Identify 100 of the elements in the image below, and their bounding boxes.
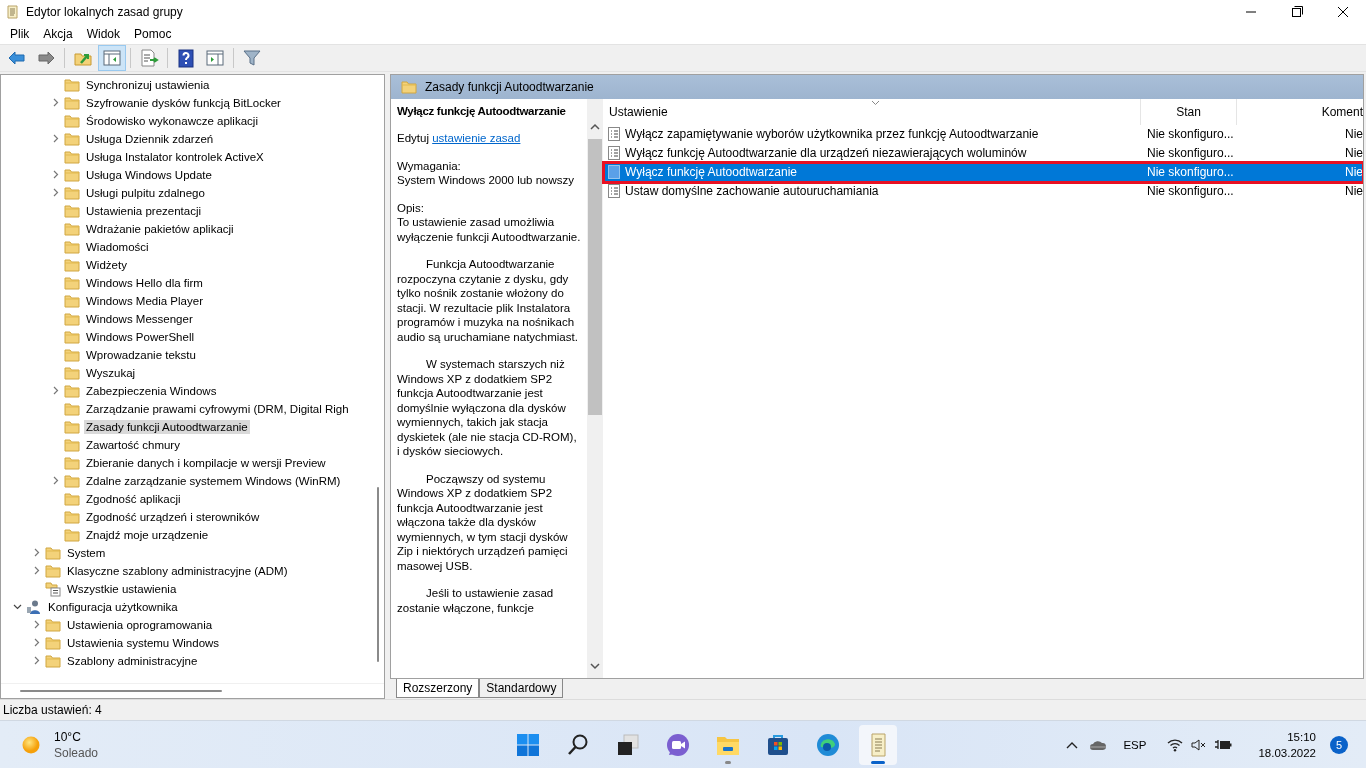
menu-item[interactable]: Widok bbox=[79, 24, 128, 43]
folder-icon bbox=[64, 94, 80, 111]
scrollbar[interactable] bbox=[20, 690, 222, 693]
tree-item[interactable]: Środowisko wykonawcze aplikacji bbox=[84, 113, 260, 128]
folder-icon bbox=[64, 454, 80, 471]
menu-item[interactable]: Akcja bbox=[36, 24, 80, 43]
folder-icon bbox=[64, 328, 80, 345]
tree-item[interactable]: Synchronizuj ustawienia bbox=[84, 77, 212, 92]
sun-icon bbox=[22, 735, 40, 754]
folder-icon bbox=[64, 508, 80, 525]
folder-icon bbox=[64, 238, 80, 255]
expand-chevron-icon[interactable] bbox=[32, 548, 41, 558]
menu-item[interactable]: Plik bbox=[3, 24, 37, 43]
table-cell: Nie bbox=[1345, 146, 1363, 161]
tree-item[interactable]: Zawartość chmury bbox=[84, 437, 182, 452]
panel-title: Zasady funkcji Autoodtwarzanie bbox=[425, 79, 594, 94]
tree-item[interactable]: Zdalne zarządzanie systemem Windows (WinRM) bbox=[84, 473, 343, 488]
table-row[interactable]: Wyłącz zapamiętywanie wyborów użytkownika przez funkcję Autoodtwarzanie Nie skonfiguro... Nie bbox=[605, 124, 1363, 144]
tree-item[interactable]: Wiadomości bbox=[84, 239, 151, 254]
folder-icon bbox=[64, 166, 80, 183]
tree-item[interactable]: Wprowadzanie tekstu bbox=[84, 347, 198, 362]
expand-chevron-icon[interactable] bbox=[32, 566, 41, 576]
tree-item[interactable]: Usługa Windows Update bbox=[84, 167, 214, 182]
filter-icon[interactable] bbox=[242, 47, 262, 68]
tree-item[interactable]: Zgodność aplikacji bbox=[84, 491, 183, 506]
tree-item[interactable]: Zabezpieczenia Windows bbox=[84, 383, 219, 398]
tree-item[interactable]: Usługi pulpitu zdalnego bbox=[84, 185, 207, 200]
sort-chevron-icon[interactable] bbox=[871, 99, 880, 106]
description-text: Począwszy od systemu Windows XP z dodatkiem SP2 funkcja Autoodtwarzanie jest włączona także dla dysków wymiennych, w tym stacji dysków Zip i niektórych urządzeń pamięci masowej USB. bbox=[397, 471, 569, 574]
tree-item[interactable]: Zgodność urządzeń i sterowników bbox=[84, 509, 262, 524]
expand-chevron-icon[interactable] bbox=[51, 386, 60, 396]
expand-chevron-icon[interactable] bbox=[32, 638, 41, 648]
tree-item[interactable]: Ustawienia prezentacji bbox=[84, 203, 204, 218]
tree-item[interactable]: Szablony administracyjne bbox=[65, 653, 200, 668]
scrollbar[interactable] bbox=[588, 138, 602, 415]
folder-icon bbox=[64, 130, 80, 147]
folder-icon bbox=[64, 184, 80, 201]
date-text: 18.03.2022 bbox=[1258, 745, 1316, 761]
expand-chevron-icon[interactable] bbox=[51, 170, 60, 180]
tree-item[interactable]: Widżety bbox=[84, 257, 129, 272]
expand-chevron-icon[interactable] bbox=[51, 98, 60, 108]
column-header[interactable]: Ustawienie bbox=[609, 104, 668, 119]
tree-item[interactable]: Ustawienia oprogramowania bbox=[65, 617, 215, 632]
tree-item[interactable]: Konfiguracja użytkownika bbox=[46, 599, 180, 614]
tree-item[interactable]: Klasyczne szablony administracyjne (ADM) bbox=[65, 563, 290, 578]
tree-item[interactable]: Windows Hello dla firm bbox=[84, 275, 205, 290]
expand-chevron-icon[interactable] bbox=[51, 134, 60, 144]
tree-item[interactable]: Zasady funkcji Autoodtwarzanie bbox=[84, 419, 250, 434]
expand-chevron-icon[interactable] bbox=[32, 656, 41, 666]
menu-item[interactable]: Pomoc bbox=[127, 24, 179, 43]
column-header[interactable]: Stan bbox=[1176, 104, 1201, 119]
tree-item[interactable]: Ustawienia systemu Windows bbox=[65, 635, 222, 650]
tree-item[interactable]: Wdrażanie pakietów aplikacji bbox=[84, 221, 236, 236]
folder-icon bbox=[64, 148, 80, 165]
folder-icon bbox=[45, 616, 61, 633]
description-text: Funkcja Autoodtwarzanie rozpoczyna czytanie z dysku, gdy tylko nośnik zostanie włożony do stacji. W rezultacie plik Instalatora programów i muzyka na nośnikach audio są uruchamiane natychmiast. bbox=[397, 257, 579, 345]
tree-item[interactable]: Windows PowerShell bbox=[84, 329, 196, 344]
help-icon[interactable] bbox=[176, 47, 196, 68]
table-cell: Wyłącz funkcję Autoodtwarzanie bbox=[625, 165, 797, 180]
table-cell: Nie skonfiguro... bbox=[1147, 127, 1234, 142]
expand-chevron-icon[interactable] bbox=[51, 476, 60, 486]
table-cell: Ustaw domyślne zachowanie autouruchamiania bbox=[625, 184, 879, 199]
view-tab[interactable]: Standardowy bbox=[479, 679, 564, 699]
battery-charging-icon[interactable] bbox=[1214, 737, 1233, 752]
clock[interactable]: 15:10 18.03.2022 bbox=[1258, 728, 1316, 761]
folder-icon bbox=[45, 652, 61, 669]
tree-item[interactable]: Usługa Dziennik zdarzeń bbox=[84, 131, 216, 146]
edit-policy-link[interactable]: ustawienie zasad bbox=[432, 132, 521, 145]
scroll-icon bbox=[4, 4, 20, 20]
table-row[interactable]: Wyłącz funkcję Autoodtwarzanie dla urządzeń niezawierających woluminów Nie skonfiguro... Nie bbox=[605, 143, 1363, 163]
expand-chevron-icon[interactable] bbox=[51, 188, 60, 198]
tree-item[interactable]: Znajdź moje urządzenie bbox=[84, 527, 211, 542]
tree-item[interactable]: Usługa Instalator kontrolek ActiveX bbox=[84, 149, 266, 164]
tree-item[interactable]: Wyszukaj bbox=[84, 365, 138, 380]
table-cell: Nie bbox=[1345, 165, 1363, 180]
table-row[interactable]: Ustaw domyślne zachowanie autouruchamiania Nie skonfiguro... Nie bbox=[605, 181, 1363, 201]
table-row[interactable]: Wyłącz funkcję Autoodtwarzanie Nie skonfiguro... Nie bbox=[605, 162, 1363, 182]
folder-icon bbox=[64, 346, 80, 363]
tree-item[interactable]: System bbox=[65, 545, 108, 560]
tree-item[interactable]: Zbieranie danych i kompilacje w wersji Preview bbox=[84, 455, 328, 470]
table-cell: Nie skonfiguro... bbox=[1147, 184, 1234, 199]
tree-item[interactable]: Szyfrowanie dysków funkcją BitLocker bbox=[84, 95, 283, 110]
column-header[interactable]: Koment bbox=[1321, 104, 1363, 119]
description-label: Opis: bbox=[397, 200, 425, 216]
language-indicator[interactable]: ESP bbox=[1123, 738, 1147, 751]
collapse-chevron-icon[interactable] bbox=[13, 602, 22, 612]
tree-item[interactable]: Windows Media Player bbox=[84, 293, 205, 308]
pane-icon[interactable] bbox=[102, 47, 122, 68]
wifi-icon[interactable] bbox=[1166, 737, 1185, 752]
tree-item[interactable]: Wszystkie ustawienia bbox=[65, 581, 179, 596]
folder-icon bbox=[45, 634, 61, 651]
pane-icon[interactable] bbox=[205, 47, 225, 68]
tree-item[interactable]: Windows Messenger bbox=[84, 311, 195, 326]
export-list-icon[interactable] bbox=[139, 47, 159, 68]
edit-label: Edytuj bbox=[397, 132, 429, 145]
tree-item[interactable]: Zarządzanie prawami cyfrowymi (DRM, Digital Righ bbox=[84, 401, 351, 416]
expand-chevron-icon[interactable] bbox=[32, 620, 41, 630]
notification-badge[interactable]: 5 bbox=[1330, 735, 1348, 754]
scrollbar[interactable] bbox=[377, 486, 379, 662]
view-tab[interactable]: Rozszerzony bbox=[396, 679, 480, 699]
